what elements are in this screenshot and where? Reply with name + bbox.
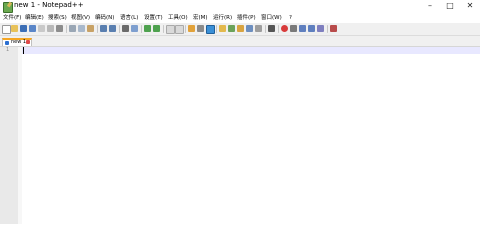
close-icon[interactable] [38,25,45,32]
menu-view[interactable]: 视图(V) [71,13,90,23]
function-list-icon[interactable] [237,25,244,32]
window-title: new 1 - Notepad++ [14,1,84,9]
show-all-chars-icon[interactable] [197,25,204,32]
toolbar-separator [265,25,266,33]
tab-new-1[interactable]: new 1 [2,38,32,46]
print-icon[interactable] [56,25,63,32]
folder-workspace-icon[interactable] [246,25,253,32]
indent-guide-icon[interactable] [206,25,215,34]
monitoring-icon[interactable] [268,25,275,32]
menu-settings[interactable]: 设置(T) [144,13,163,23]
line-number-gutter: 1 [0,47,18,224]
play-macro-icon[interactable] [299,25,306,32]
toolbar-separator [185,25,186,33]
document-icon [5,41,9,45]
menu-search[interactable]: 搜索(S) [48,13,67,23]
sync-horizontal-icon[interactable] [175,25,184,34]
menu-tools[interactable]: 工具(O) [168,13,188,23]
run-macro-multiple-icon[interactable] [308,25,315,32]
cut-icon[interactable] [69,25,76,32]
zoom-out-icon[interactable] [153,25,160,32]
toolbar-separator [278,25,279,33]
toolbar-separator [327,25,328,33]
minimize-button[interactable]: – [422,0,438,12]
sync-vertical-icon[interactable] [166,25,175,34]
paste-icon[interactable] [87,25,94,32]
toolbar-separator [163,25,164,33]
copy-icon[interactable] [78,25,85,32]
toolbar-separator [141,25,142,33]
title-bar: new 1 - Notepad++ – □ ✕ [0,0,480,13]
menu-macro[interactable]: 宏(M) [193,13,208,23]
close-button[interactable]: ✕ [462,0,478,12]
new-file-icon[interactable] [2,25,11,34]
line-number: 1 [6,47,10,53]
editor-area[interactable]: 1 [0,46,480,224]
word-wrap-icon[interactable] [188,25,195,32]
tab-bar: new 1 [0,36,480,46]
tab-label: new 1 [11,39,27,45]
toolbar [0,23,480,36]
menu-run[interactable]: 运行(R) [213,13,232,23]
toolbar-separator [97,25,98,33]
save-macro-icon[interactable] [317,25,324,32]
menu-window[interactable]: 窗口(W) [261,13,282,23]
zoom-in-icon[interactable] [144,25,151,32]
toolbar-separator [216,25,217,33]
replace-icon[interactable] [131,25,138,32]
open-file-icon[interactable] [11,25,18,32]
current-line-highlight [22,47,480,54]
undo-icon[interactable] [100,25,107,32]
stop-record-icon[interactable] [290,25,297,32]
redo-icon[interactable] [109,25,116,32]
doc-map-icon[interactable] [228,25,235,32]
save-icon[interactable] [20,25,27,32]
menu-plugins[interactable]: 插件(P) [237,13,256,23]
menu-encoding[interactable]: 编码(N) [95,13,114,23]
udl-icon[interactable] [219,25,226,32]
tab-close-icon[interactable] [26,40,30,44]
menu-help[interactable]: ? [289,13,292,23]
menu-file[interactable]: 文件(F) [3,13,21,23]
text-caret [23,47,24,54]
toolbar-separator [66,25,67,33]
find-icon[interactable] [122,25,129,32]
fold-margin[interactable] [18,47,22,224]
maximize-button[interactable]: □ [442,0,458,12]
spell-check-icon[interactable] [330,25,337,32]
record-macro-icon[interactable] [281,25,288,32]
toolbar-separator [119,25,120,33]
notepadpp-app-icon [3,2,13,13]
menu-edit[interactable]: 编辑(E) [25,13,44,23]
close-all-icon[interactable] [47,25,54,32]
menu-bar: 文件(F) 编辑(E) 搜索(S) 视图(V) 编码(N) 语言(L) 设置(T… [0,13,480,23]
save-all-icon[interactable] [29,25,36,32]
doc-list-icon[interactable] [255,25,262,32]
menu-language[interactable]: 语言(L) [120,13,138,23]
